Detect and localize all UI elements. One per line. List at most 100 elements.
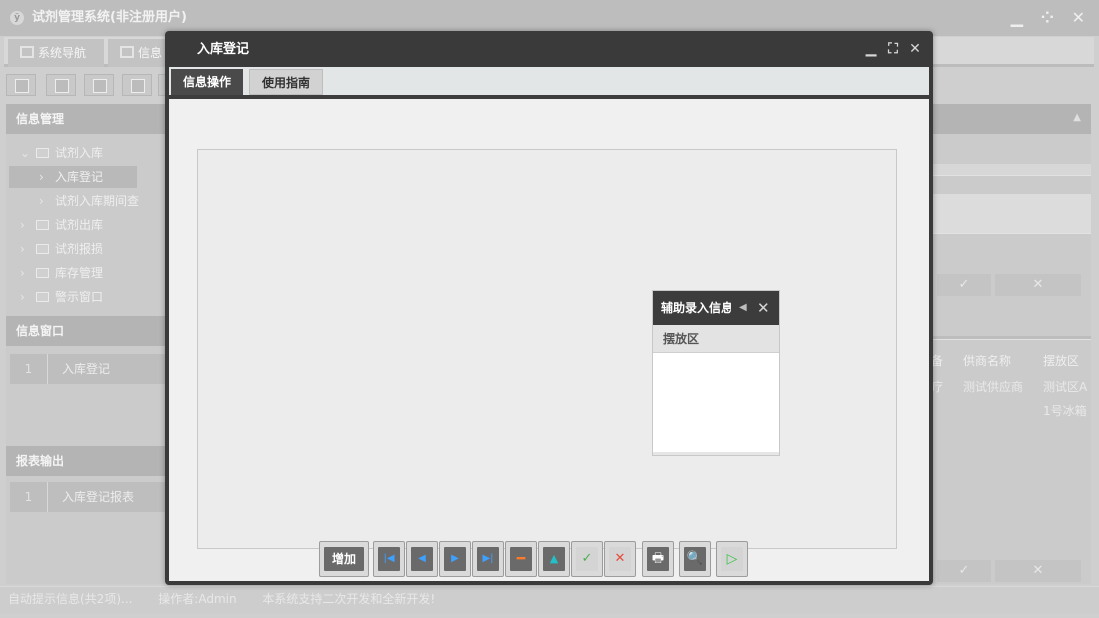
document-tool-icon[interactable]	[84, 74, 114, 96]
divider	[931, 336, 1091, 340]
checkmark-icon	[576, 547, 598, 571]
collapse-left-icon[interactable]: ◀	[739, 291, 747, 325]
search-tool-icon[interactable]	[6, 74, 36, 96]
chevron-right-icon: ›	[20, 242, 25, 256]
chevron-right-icon: ›	[20, 266, 25, 280]
row-number: 1	[10, 482, 48, 512]
column-header-placement[interactable]: 摆放区	[653, 325, 779, 353]
tree-item-in-register[interactable]: › 入库登记	[9, 166, 137, 188]
run-button[interactable]	[716, 541, 748, 577]
print-button[interactable]	[642, 541, 674, 577]
skip-first-icon	[378, 547, 400, 571]
dialog-body: 信息操作 使用指南 辅助录入信息 ◀ ✕ 摆放区 增加	[169, 67, 929, 581]
tree-item-label: 试剂报损	[55, 242, 104, 256]
right-pane: ▲ ✓ ✕ 备 供商名称 摆放区 疗 测试供应商 测试区A 1号冰箱 ✓ ✕	[931, 104, 1091, 584]
chevron-right-icon: ›	[20, 218, 25, 232]
row-label: 入库登记报表	[62, 490, 135, 504]
table-cell: 测试供应商	[963, 380, 1024, 394]
right-pane-header: ▲	[931, 104, 1091, 134]
first-record-button[interactable]	[373, 541, 405, 577]
folder-icon	[36, 148, 49, 158]
folder-icon	[36, 292, 49, 302]
right-pane-row	[931, 164, 1091, 176]
chevron-right-icon: ›	[39, 194, 44, 208]
print-preview-button[interactable]	[679, 541, 711, 577]
column-header: 供商名称	[963, 354, 1012, 368]
aux-panel-footer	[653, 452, 779, 455]
triangle-up-icon	[543, 547, 565, 571]
tab-info-operation[interactable]: 信息操作	[171, 69, 244, 95]
tree-item-reagent-out[interactable]: › 试剂出库	[20, 214, 103, 236]
maximize-icon[interactable]: ⛶	[885, 41, 901, 57]
column-header: 摆放区	[1043, 354, 1080, 368]
tab-system-nav[interactable]: 系统导航	[8, 39, 104, 67]
ok-button[interactable]: ✓	[937, 274, 991, 296]
cancel-button[interactable]: ✕	[995, 560, 1081, 582]
play-icon	[721, 547, 743, 571]
sidebar-header-info-management[interactable]: 信息管理	[6, 104, 166, 134]
form-area	[197, 149, 897, 549]
collapse-up-icon[interactable]: ▲	[1073, 112, 1081, 123]
close-icon[interactable]: ✕	[757, 291, 770, 325]
tree-item-warning-window[interactable]: › 警示窗口	[20, 286, 103, 308]
in-register-dialog: 入库登记 ▁ ⛶ ✕ 信息操作 使用指南 辅助录入信息 ◀ ✕ 摆放区 增加	[165, 31, 933, 585]
tree-item-in-period-query[interactable]: › 试剂入库期间查	[39, 190, 166, 212]
add-button[interactable]: 增加	[319, 541, 369, 577]
list-item[interactable]: 1 入库登记报表	[10, 482, 166, 512]
user-tool-icon[interactable]	[122, 74, 152, 96]
prev-record-button[interactable]	[406, 541, 438, 577]
next-record-button[interactable]	[439, 541, 471, 577]
right-pane-row	[931, 194, 1091, 234]
close-icon[interactable]: ✕	[907, 41, 923, 57]
last-record-button[interactable]	[472, 541, 504, 577]
row-number: 1	[10, 354, 48, 384]
app-window-buttons[interactable]: ▁ ⁘ ✕	[1011, 0, 1091, 36]
app-logo-icon: ÿ	[10, 11, 24, 25]
list-item[interactable]: 1 入库登记	[10, 354, 166, 384]
cross-icon	[609, 547, 631, 571]
sidebar-header-report-output[interactable]: 报表输出	[6, 446, 166, 476]
row-label: 入库登记	[62, 362, 111, 376]
status-operator: 操作者:Admin	[158, 592, 237, 606]
sidebar: 信息管理 ⌄ 试剂入库 › 入库登记 › 试剂入库期间查 › 试剂出库 › 试剂报损 › 库…	[6, 104, 166, 584]
confirm-button[interactable]	[571, 541, 603, 577]
skip-last-icon	[477, 547, 499, 571]
tree-item-stock-management[interactable]: › 库存管理	[20, 262, 103, 284]
cancel-button[interactable]: ✕	[995, 274, 1081, 296]
tab-label: 系统导航	[38, 46, 87, 60]
minimize-icon[interactable]: ▁	[863, 41, 879, 57]
tab-usage-guide[interactable]: 使用指南	[249, 69, 324, 95]
tree-item-label: 警示窗口	[55, 290, 104, 304]
tree-item-label: 试剂入库期间查	[55, 194, 140, 208]
aux-input-panel: 辅助录入信息 ◀ ✕ 摆放区	[652, 290, 780, 456]
printer-icon	[647, 547, 669, 571]
edit-record-button[interactable]	[538, 541, 570, 577]
status-bar: 自动提示信息(共2项)... 操作者:Admin 本系统支持二次开发和全新开发!	[0, 586, 1099, 614]
tree-item-label: 入库登记	[55, 170, 104, 184]
preview-icon	[684, 547, 706, 571]
chevron-right-icon: ›	[39, 170, 44, 184]
prev-icon	[411, 547, 433, 571]
dialog-tabbar: 信息操作 使用指南	[169, 67, 929, 99]
aux-panel-header[interactable]: 辅助录入信息 ◀ ✕	[653, 291, 779, 325]
add-button-label: 增加	[324, 547, 364, 571]
table-cell: 测试区A	[1043, 380, 1088, 394]
aux-panel-title: 辅助录入信息	[661, 301, 731, 315]
cancel-edit-button[interactable]	[604, 541, 636, 577]
chevron-down-icon: ⌄	[20, 146, 31, 160]
list-tool-icon[interactable]	[46, 74, 76, 96]
tab-label: 信息	[138, 46, 163, 60]
app-title: 试剂管理系统(非注册用户)	[32, 10, 187, 25]
folder-icon	[36, 220, 49, 230]
next-icon	[444, 547, 466, 571]
sidebar-header-info-window[interactable]: 信息窗口	[6, 316, 166, 346]
ok-button[interactable]: ✓	[937, 560, 991, 582]
grid-icon	[120, 46, 134, 58]
tree-item-label: 试剂入库	[55, 146, 104, 160]
tree-item-reagent-loss[interactable]: › 试剂报损	[20, 238, 103, 260]
status-hint[interactable]: 自动提示信息(共2项)...	[8, 592, 132, 606]
delete-record-button[interactable]	[505, 541, 537, 577]
tree-item-reagent-in[interactable]: ⌄ 试剂入库	[20, 142, 103, 164]
folder-icon	[36, 268, 49, 278]
dialog-title: 入库登记	[197, 42, 250, 57]
